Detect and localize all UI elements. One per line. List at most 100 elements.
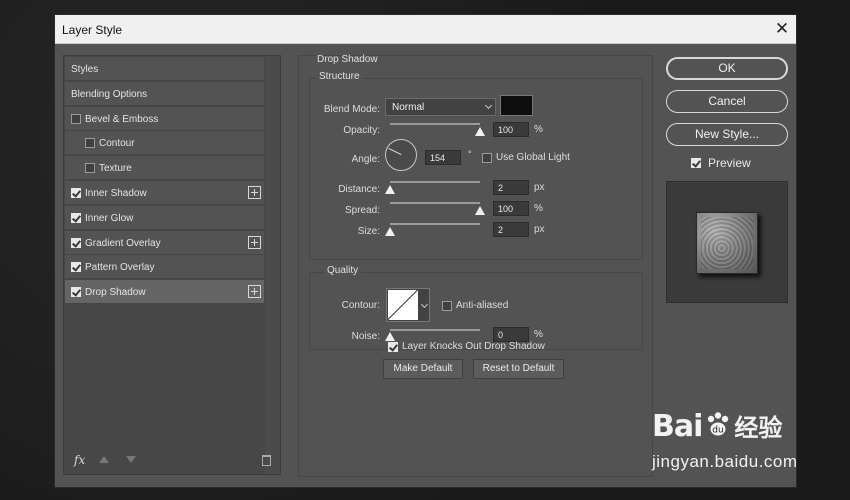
style-item-checkbox[interactable]: [71, 113, 81, 124]
style-item[interactable]: Texture: [65, 156, 264, 181]
preview-label: Preview: [708, 156, 751, 170]
size-slider-thumb[interactable]: [385, 227, 395, 236]
quality-title: Quality: [324, 265, 362, 276]
style-item-label: Blending Options: [71, 88, 148, 100]
trash-icon[interactable]: [262, 455, 271, 466]
noise-unit: %: [534, 329, 543, 340]
size-field[interactable]: 2: [493, 222, 529, 237]
use-global-light-checkbox[interactable]: [482, 153, 492, 163]
angle-dial[interactable]: [385, 139, 417, 171]
style-item-label: Styles: [71, 64, 99, 75]
knocks-out-label: Layer Knocks Out Drop Shadow: [402, 341, 545, 352]
styles-list-footer: fx: [64, 448, 280, 474]
styles-list: Styles Blending Options Bevel & Emboss Cont…: [63, 55, 281, 475]
style-item-label: Inner Shadow: [85, 188, 147, 199]
watermark-brand-cn: 经验: [734, 415, 783, 442]
svg-text:du: du: [713, 426, 724, 436]
chevron-down-icon: [484, 101, 493, 110]
style-item-checkbox[interactable]: [71, 188, 81, 198]
distance-slider[interactable]: [390, 181, 480, 183]
section-title: Drop Shadow: [317, 54, 378, 65]
style-item-label: Gradient Overlay: [85, 237, 161, 249]
noise-slider-thumb[interactable]: [385, 332, 395, 341]
contour-label: Contour:: [341, 300, 380, 311]
style-item-label: Drop Shadow: [85, 287, 146, 299]
noise-slider[interactable]: [390, 329, 480, 331]
window-title: Layer Style: [62, 23, 123, 37]
spread-field[interactable]: 100: [493, 201, 529, 216]
new-style-button[interactable]: New Style...: [666, 123, 788, 146]
anti-aliased-checkbox[interactable]: [442, 301, 452, 311]
angle-unit: °: [468, 149, 472, 159]
drop-shadow-panel: Drop Shadow Structure Blend Mode: Normal…: [298, 54, 653, 477]
blend-mode-value: Normal: [392, 102, 425, 113]
angle-field[interactable]: 154: [425, 150, 461, 165]
style-item-label: Bevel & Emboss: [85, 113, 159, 125]
distance-label: Distance:: [338, 184, 380, 195]
style-item[interactable]: Styles: [65, 57, 264, 81]
spread-unit: %: [534, 203, 543, 214]
style-item[interactable]: Drop Shadow: [65, 280, 264, 305]
distance-field[interactable]: 2: [493, 180, 529, 195]
preview-tile: [696, 212, 758, 274]
title-bar: Layer Style ✕: [55, 15, 796, 44]
ok-button[interactable]: OK: [666, 57, 788, 80]
cancel-button[interactable]: Cancel: [666, 90, 788, 113]
style-item-label: Texture: [99, 163, 132, 175]
watermark-url: jingyan.baidu.com: [652, 452, 798, 471]
preview-checkbox[interactable]: [691, 158, 701, 168]
style-item-checkbox[interactable]: [85, 163, 95, 174]
style-preview: [666, 181, 788, 303]
reset-to-default-button[interactable]: Reset to Default: [473, 359, 564, 379]
angle-dial-indicator: [388, 147, 402, 155]
add-style-icon[interactable]: [248, 235, 261, 249]
size-unit: px: [534, 224, 545, 235]
add-style-icon[interactable]: [248, 186, 261, 199]
style-item[interactable]: Blending Options: [65, 81, 264, 106]
opacity-slider-thumb[interactable]: [475, 127, 485, 136]
style-item-label: Contour: [99, 138, 135, 150]
styles-list-scrollbar[interactable]: [265, 56, 280, 474]
knocks-out-checkbox[interactable]: [388, 342, 398, 352]
spread-label: Spread:: [344, 205, 380, 216]
opacity-slider[interactable]: [390, 123, 480, 125]
angle-label: Angle:: [351, 154, 380, 165]
blend-mode-label: Blend Mode:: [323, 104, 380, 115]
move-down-icon[interactable]: [126, 456, 136, 463]
opacity-label: Opacity:: [343, 125, 380, 136]
style-item-label: Inner Glow: [85, 212, 134, 224]
size-slider[interactable]: [390, 223, 480, 225]
style-item[interactable]: Bevel & Emboss: [65, 106, 264, 131]
style-item-checkbox[interactable]: [71, 287, 81, 298]
opacity-unit: %: [534, 124, 543, 135]
style-item[interactable]: Pattern Overlay: [65, 255, 264, 280]
blend-mode-select[interactable]: Normal: [385, 98, 496, 116]
style-item[interactable]: Gradient Overlay: [65, 230, 264, 255]
style-item-checkbox[interactable]: [85, 138, 95, 149]
style-item[interactable]: Contour: [65, 131, 264, 156]
size-label: Size:: [357, 226, 380, 237]
contour-picker[interactable]: [386, 288, 430, 322]
style-item[interactable]: Inner Shadow: [65, 181, 264, 205]
style-item[interactable]: Inner Glow: [65, 205, 264, 230]
move-up-icon[interactable]: [99, 456, 109, 463]
close-icon[interactable]: ✕: [771, 18, 793, 40]
style-item-checkbox[interactable]: [71, 212, 81, 223]
use-global-light-label: Use Global Light: [496, 152, 570, 163]
style-item-checkbox[interactable]: [71, 262, 81, 273]
noise-field[interactable]: 0: [493, 327, 529, 342]
distance-slider-thumb[interactable]: [385, 185, 395, 194]
spread-slider[interactable]: [390, 202, 480, 204]
structure-group: Structure Blend Mode: Normal Opacity: 10…: [309, 71, 643, 260]
contour-preview: [388, 290, 418, 320]
noise-label: Noise:: [351, 331, 380, 342]
opacity-field[interactable]: 100: [493, 122, 529, 137]
fx-icon[interactable]: fx: [74, 453, 85, 467]
spread-slider-thumb[interactable]: [475, 206, 485, 215]
style-item-checkbox[interactable]: [71, 237, 81, 248]
add-style-icon[interactable]: [248, 285, 261, 299]
make-default-button[interactable]: Make Default: [383, 359, 463, 379]
shadow-color-swatch[interactable]: [500, 95, 533, 116]
anti-aliased-label: Anti-aliased: [456, 300, 509, 311]
paw-icon: du: [708, 412, 729, 436]
